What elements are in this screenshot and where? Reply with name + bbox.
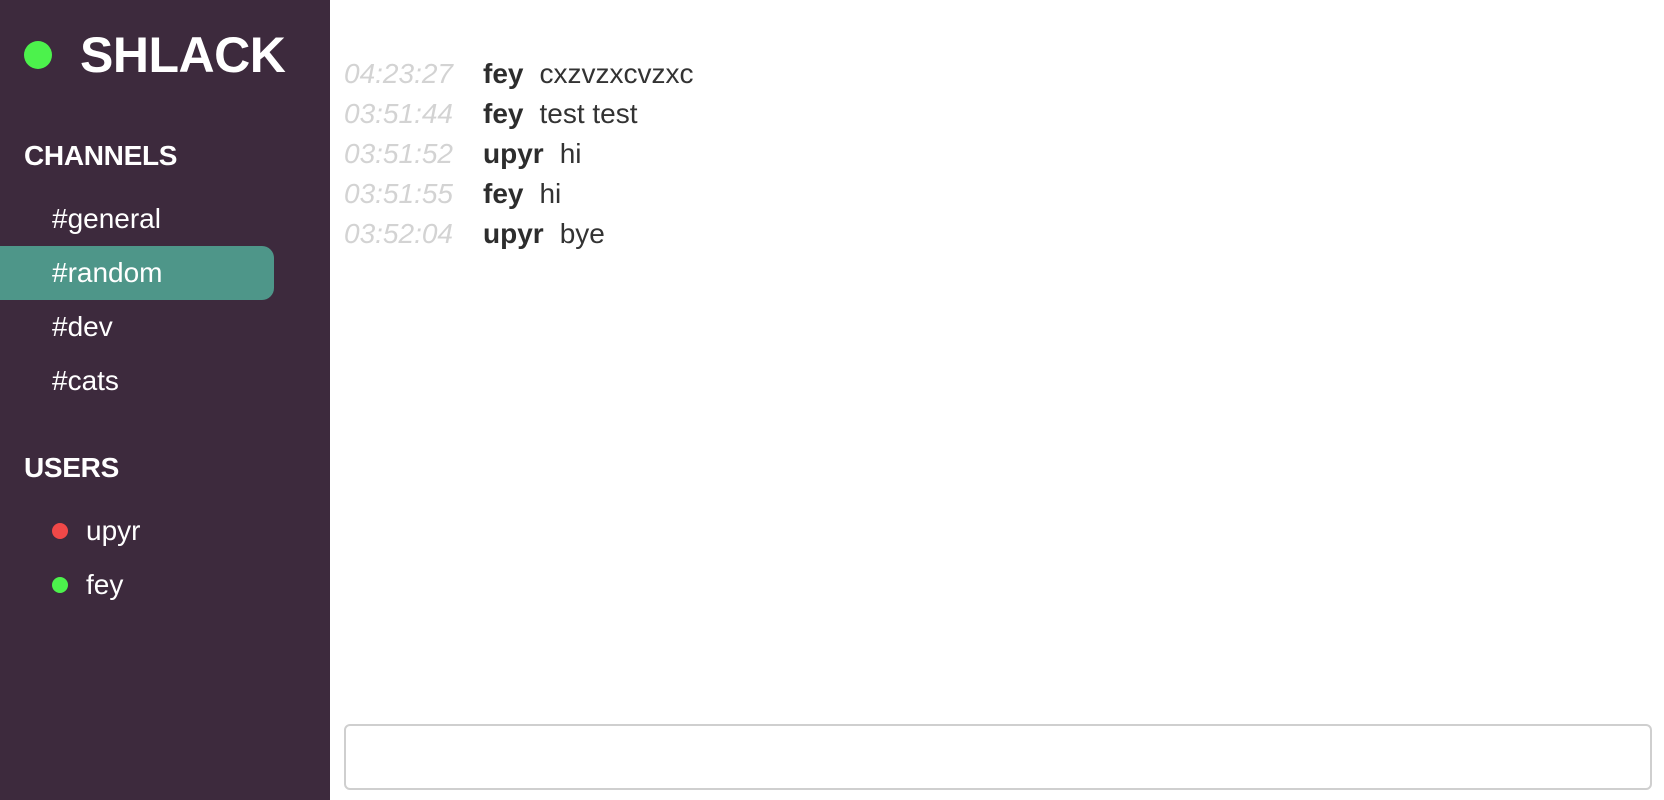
message-row: 03:51:55 fey hi xyxy=(344,174,1664,214)
message-row: 03:52:04 upyr bye xyxy=(344,214,1664,254)
sidebar: SHLACK CHANNELS #general #random #dev #c… xyxy=(0,0,330,800)
message-timestamp: 04:23:27 xyxy=(344,58,453,89)
channel-list: #general #random #dev #cats xyxy=(0,192,274,408)
channel-item-dev[interactable]: #dev xyxy=(0,300,274,354)
message-row: 04:23:27 fey cxzvzxcvzxc xyxy=(344,54,1664,94)
channels-heading: CHANNELS xyxy=(24,140,178,171)
message-row: 03:51:44 fey test test xyxy=(344,94,1664,134)
user-item-upyr[interactable]: upyr xyxy=(0,504,274,558)
message-author: upyr xyxy=(483,138,544,169)
user-name: upyr xyxy=(86,515,141,546)
message-text: cxzvzxcvzxc xyxy=(539,58,694,89)
user-name: fey xyxy=(86,569,124,600)
channel-item-general[interactable]: #general xyxy=(0,192,274,246)
online-status-icon xyxy=(52,577,68,593)
brand: SHLACK xyxy=(24,26,286,84)
message-text: test test xyxy=(539,98,638,129)
message-timestamp: 03:51:44 xyxy=(344,98,453,129)
message-author: fey xyxy=(483,58,524,89)
chat-pane: 04:23:27 fey cxzvzxcvzxc 03:51:44 fey te… xyxy=(330,0,1664,800)
app-window: SHLACK CHANNELS #general #random #dev #c… xyxy=(0,0,1664,800)
message-author: fey xyxy=(483,98,524,129)
message-text: hi xyxy=(559,138,582,169)
message-author: fey xyxy=(483,178,524,209)
users-heading: USERS xyxy=(24,452,119,483)
offline-status-icon xyxy=(52,523,68,539)
channel-item-random[interactable]: #random xyxy=(0,246,274,300)
message-text: bye xyxy=(559,218,605,249)
user-list: upyr fey xyxy=(0,504,274,612)
message-timestamp: 03:52:04 xyxy=(344,218,453,249)
app-title: SHLACK xyxy=(80,27,286,83)
message-timestamp: 03:51:52 xyxy=(344,138,453,169)
message-input[interactable] xyxy=(344,724,1652,790)
user-item-fey[interactable]: fey xyxy=(0,558,274,612)
message-list: 04:23:27 fey cxzvzxcvzxc 03:51:44 fey te… xyxy=(344,54,1664,254)
connection-status-icon xyxy=(24,41,52,69)
message-author: upyr xyxy=(483,218,544,249)
message-timestamp: 03:51:55 xyxy=(344,178,453,209)
message-text: hi xyxy=(539,178,562,209)
message-row: 03:51:52 upyr hi xyxy=(344,134,1664,174)
channel-item-cats[interactable]: #cats xyxy=(0,354,274,408)
